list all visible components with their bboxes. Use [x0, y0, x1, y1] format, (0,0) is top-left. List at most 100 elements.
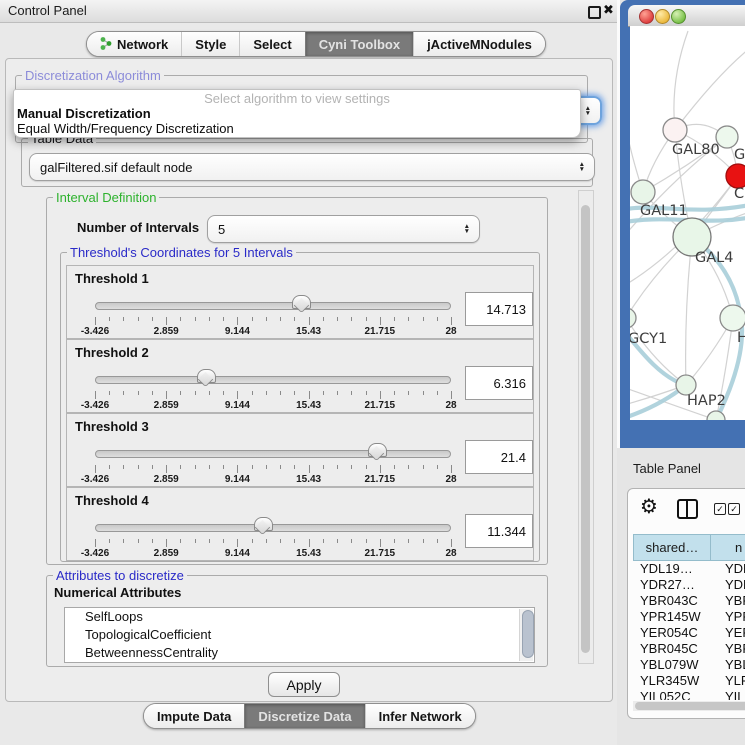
cell-name[interactable]: YER0: [716, 625, 745, 641]
numerical-attributes-list[interactable]: SelfLoopsTopologicalCoefficientBetweenne…: [64, 607, 535, 663]
tab-cyni-toolbox[interactable]: Cyni Toolbox: [305, 32, 413, 56]
cell-shared-name[interactable]: YDR27…: [633, 577, 716, 593]
popup-option-equal-width-frequency[interactable]: Equal Width/Frequency Discretization: [14, 121, 580, 136]
table-row[interactable]: YDL19…YDL1: [633, 561, 745, 577]
tab-discretize-data[interactable]: Discretize Data: [244, 704, 364, 728]
tab-jactivemnodules[interactable]: jActiveMNodules: [413, 32, 545, 56]
threshold-value-field[interactable]: 21.4: [465, 440, 533, 474]
tick-mark: [408, 317, 409, 321]
cell-shared-name[interactable]: YLR345W: [633, 673, 716, 689]
tick-mark: [280, 317, 281, 321]
slider-thumb[interactable]: [292, 295, 311, 309]
zoom-traffic-light-icon[interactable]: [671, 9, 686, 24]
cell-shared-name[interactable]: YIL052C: [633, 689, 716, 700]
threshold-value-field[interactable]: 11.344: [465, 514, 533, 548]
float-window-icon[interactable]: [588, 6, 601, 19]
attributes-scrollbar[interactable]: [519, 609, 533, 661]
cell-shared-name[interactable]: YER054C: [633, 625, 716, 641]
scale-label: 2.859: [154, 474, 179, 485]
threshold-slider[interactable]: -3.4262.8599.14415.4321.71528: [95, 444, 451, 486]
threshold-row: Threshold 4 -3.4262.8599.14415.4321.7152…: [66, 487, 534, 561]
cell-shared-name[interactable]: YBR043C: [633, 593, 716, 609]
tab-network[interactable]: Network: [87, 32, 181, 56]
scrollbar-thumb[interactable]: [522, 610, 534, 658]
cell-name[interactable]: YDL1: [716, 561, 745, 577]
slider-thumb[interactable]: [197, 369, 216, 383]
table-row[interactable]: YPR145WYPR1: [633, 609, 745, 625]
table-row[interactable]: YBR045CYBR0: [633, 641, 745, 657]
network-icon: [100, 36, 112, 53]
table-row[interactable]: YIL052CYIL0: [633, 689, 745, 700]
minimize-traffic-light-icon[interactable]: [655, 9, 670, 24]
popup-option-manual-discretization[interactable]: Manual Discretization: [14, 106, 580, 121]
network-window-titlebar[interactable]: [628, 5, 745, 27]
node-hap2[interactable]: [676, 375, 696, 395]
threshold-value-field[interactable]: 14.713: [465, 292, 533, 326]
close-icon[interactable]: ✖: [603, 2, 614, 18]
gear-icon[interactable]: ⚙: [640, 494, 658, 519]
scrollbar-thumb[interactable]: [581, 205, 590, 653]
cell-shared-name[interactable]: YDL19…: [633, 561, 716, 577]
cell-shared-name[interactable]: YPR145W: [633, 609, 716, 625]
table-row[interactable]: YER054CYER0: [633, 625, 745, 641]
threshold-row: Threshold 1 -3.4262.8599.14415.4321.7152…: [66, 265, 534, 339]
threshold-label: Threshold 4: [75, 493, 149, 508]
tab-infer-network[interactable]: Infer Network: [365, 704, 475, 728]
cell-shared-name[interactable]: YBL079W: [633, 657, 716, 673]
node-label-gcy1: GCY1: [630, 331, 667, 347]
attribute-item-selfloops[interactable]: SelfLoops: [65, 608, 534, 626]
attribute-item-betweennesscentrality[interactable]: BetweennessCentrality: [65, 644, 534, 662]
number-of-intervals-select[interactable]: 5 ▲▼: [207, 215, 480, 243]
cell-name[interactable]: YPR1: [716, 609, 745, 625]
columns-icon[interactable]: [677, 499, 698, 519]
attribute-items: SelfLoopsTopologicalCoefficientBetweenne…: [65, 608, 534, 662]
cell-shared-name[interactable]: YBR045C: [633, 641, 716, 657]
table-row[interactable]: YLR345WYLR3: [633, 673, 745, 689]
threshold-slider[interactable]: -3.4262.8599.14415.4321.71528: [95, 518, 451, 560]
node-bottom[interactable]: [707, 411, 725, 420]
cell-name[interactable]: YIL0: [716, 689, 745, 700]
tab-select[interactable]: Select: [239, 32, 304, 56]
slider-thumb[interactable]: [254, 517, 273, 531]
cell-name[interactable]: YLR3: [716, 673, 745, 689]
node-gal80[interactable]: [663, 118, 687, 142]
threshold-slider[interactable]: -3.4262.8599.14415.4321.71528: [95, 370, 451, 412]
checkbox-icon[interactable]: ✓: [714, 503, 726, 515]
node-selected-red[interactable]: [726, 164, 745, 188]
slider-track[interactable]: [95, 524, 451, 532]
slider-track[interactable]: [95, 302, 451, 310]
table-data-select[interactable]: galFiltered.sif default node ▲▼: [29, 153, 595, 181]
tab-impute-data[interactable]: Impute Data: [144, 704, 244, 728]
table-row[interactable]: YBR043CYBR0: [633, 593, 745, 609]
slider-track[interactable]: [95, 450, 451, 458]
table-horizontal-scrollbar[interactable]: [633, 701, 745, 711]
scale-label: 15.43: [296, 548, 321, 559]
tick-mark: [323, 465, 324, 469]
threshold-value-field[interactable]: 6.316: [465, 366, 533, 400]
node-gcy1[interactable]: [630, 308, 636, 328]
tab-style[interactable]: Style: [181, 32, 239, 56]
attribute-item-topologicalcoefficient[interactable]: TopologicalCoefficient: [65, 626, 534, 644]
cell-name[interactable]: YBL0: [716, 657, 745, 673]
panel-vertical-scrollbar[interactable]: [578, 190, 594, 664]
checkbox-icon[interactable]: ✓: [728, 503, 740, 515]
number-of-intervals-label: Number of Intervals: [77, 220, 199, 235]
threshold-slider[interactable]: -3.4262.8599.14415.4321.71528: [95, 296, 451, 338]
slider-track[interactable]: [95, 376, 451, 384]
scrollbar-thumb[interactable]: [635, 702, 745, 710]
column-header-shared[interactable]: shared…: [633, 534, 711, 561]
node-gal11[interactable]: [631, 180, 655, 204]
table-row[interactable]: YDR27…YDR2: [633, 577, 745, 593]
close-traffic-light-icon[interactable]: [639, 9, 654, 24]
scale-label: 21.715: [365, 548, 396, 559]
cell-name[interactable]: YBR0: [716, 593, 745, 609]
network-canvas[interactable]: GAL80 GA C GAL11 GAL4 GCY1 H HAP2: [630, 26, 745, 420]
node-h[interactable]: [720, 305, 745, 331]
apply-button[interactable]: Apply: [268, 672, 340, 697]
table-row[interactable]: YBL079WYBL0: [633, 657, 745, 673]
column-header-name[interactable]: n: [711, 534, 745, 561]
stepper-icon: ▲▼: [579, 162, 585, 172]
slider-thumb[interactable]: [368, 443, 387, 457]
cell-name[interactable]: YDR2: [716, 577, 745, 593]
cell-name[interactable]: YBR0: [716, 641, 745, 657]
